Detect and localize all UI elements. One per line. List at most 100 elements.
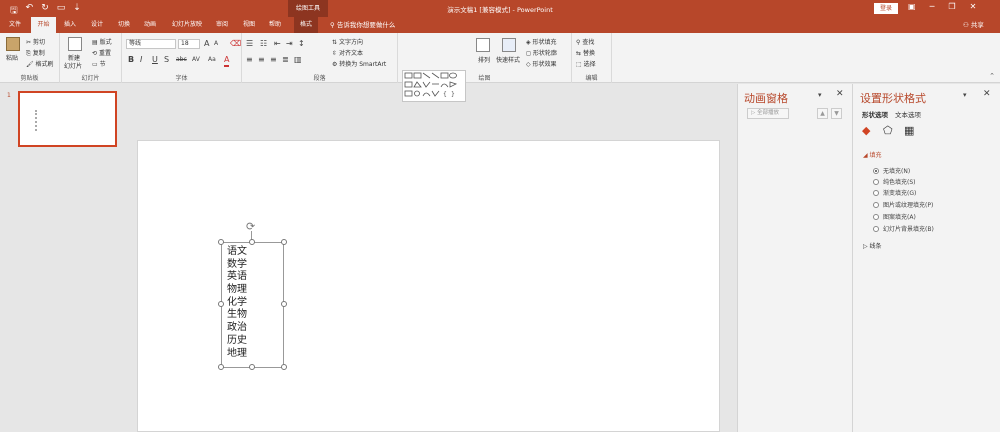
columns-icon[interactable]: ▥ [294, 55, 302, 65]
collapse-ribbon-icon[interactable]: ⌃ [989, 72, 995, 80]
close-button[interactable]: ✕ [970, 2, 977, 11]
text-direction-button[interactable]: ⇅ 文字方向 [332, 37, 363, 46]
resize-handle-nw[interactable] [218, 239, 224, 245]
decrease-indent-icon[interactable]: ⇤ [274, 39, 281, 49]
slide-thumbnail[interactable] [18, 91, 117, 147]
line-section-header[interactable]: ▷ 线条 [863, 241, 882, 250]
tell-me-search[interactable]: ⚲ 告诉我你想要做什么 [330, 17, 395, 33]
play-all-button[interactable]: ▷ 全部播放 [747, 108, 789, 119]
bullets-icon[interactable]: ☰ [246, 39, 253, 49]
tab-view[interactable]: 视图 [243, 17, 255, 33]
numbering-icon[interactable]: ☷ [260, 39, 267, 49]
font-size-combo[interactable]: 18 [178, 39, 200, 49]
arrange-label[interactable]: 排列 [478, 55, 490, 64]
textbox-content[interactable]: 语文 数学 英语 物理 化学 生物 政治 历史 地理 [227, 246, 247, 360]
clear-formatting-icon[interactable]: ⌫ [230, 39, 241, 49]
new-slide-icon[interactable] [68, 37, 82, 51]
resize-handle-se[interactable] [281, 364, 287, 370]
underline-button[interactable]: U [152, 55, 158, 65]
close-format-pane-icon[interactable]: ✕ [983, 89, 991, 99]
justify-icon[interactable]: ≣ [282, 55, 289, 65]
align-center-icon[interactable]: ≡ [258, 55, 265, 65]
bold-button[interactable]: B [128, 55, 134, 65]
fill-option-solid[interactable]: 纯色填充(S) [873, 177, 916, 186]
resize-handle-e[interactable] [281, 301, 287, 307]
paste-label[interactable]: 粘贴 [6, 53, 18, 62]
char-spacing-button[interactable]: AV [192, 55, 200, 65]
close-animation-pane-icon[interactable]: ✕ [836, 89, 844, 99]
resize-handle-sw[interactable] [218, 364, 224, 370]
tab-format[interactable]: 格式 [294, 17, 319, 33]
fill-option-background[interactable]: 幻灯片背景填充(B) [873, 224, 934, 233]
paste-icon[interactable] [6, 37, 20, 51]
fill-option-pattern[interactable]: 图案填充(A) [873, 212, 916, 221]
arrange-icon[interactable] [476, 38, 490, 52]
tab-slideshow[interactable]: 幻灯片放映 [172, 17, 202, 33]
align-right-icon[interactable]: ≡ [270, 55, 277, 65]
section-button[interactable]: ▭ 节 [92, 59, 106, 68]
tab-design[interactable]: 设计 [91, 17, 103, 33]
strikethrough-button[interactable]: abc [176, 55, 187, 65]
quick-styles-icon[interactable] [502, 38, 516, 52]
layout-button[interactable]: ▤ 版式 [92, 37, 112, 46]
copy-button[interactable]: ⎘ 复制 [26, 48, 45, 58]
smartart-button[interactable]: ⚙ 转换为 SmartArt [332, 59, 386, 68]
grow-font-icon[interactable]: A [204, 39, 209, 49]
tab-file[interactable]: 文件 [9, 17, 21, 33]
pane-options-icon[interactable]: ▾ [818, 91, 822, 99]
tab-shape-options[interactable]: 形状选项 [862, 109, 888, 119]
resize-handle-s[interactable] [249, 364, 255, 370]
resize-handle-ne[interactable] [281, 239, 287, 245]
quick-styles-label[interactable]: 快速样式 [496, 55, 520, 64]
effects-icon[interactable]: ⬠ [883, 124, 897, 138]
ribbon-display-options-icon[interactable]: ▣ [908, 2, 916, 11]
find-button[interactable]: ⚲ 查找 [576, 37, 594, 46]
tab-insert[interactable]: 插入 [64, 17, 76, 33]
font-color-button[interactable]: A [224, 55, 230, 67]
rotate-handle-icon[interactable]: ⟳ [246, 220, 255, 233]
tab-review[interactable]: 审阅 [216, 17, 228, 33]
login-button[interactable]: 登录 [874, 3, 898, 14]
align-text-button[interactable]: ⇳ 对齐文本 [332, 48, 363, 57]
cut-button[interactable]: ✂ 剪切 [26, 37, 45, 46]
tab-home[interactable]: 开始 [31, 17, 56, 33]
select-button[interactable]: ⬚ 选择 [576, 59, 596, 68]
fill-option-gradient[interactable]: 渐变填充(G) [873, 188, 916, 197]
new-slide-label-2[interactable]: 幻灯片 [64, 61, 82, 70]
shadow-button[interactable]: S [164, 55, 169, 65]
fill-option-picture[interactable]: 图片或纹理填充(P) [873, 200, 933, 209]
align-left-icon[interactable]: ≡ [246, 55, 253, 65]
size-properties-icon[interactable]: ▦ [904, 124, 918, 138]
move-up-button[interactable]: ▲ [817, 108, 828, 119]
shrink-font-icon[interactable]: A [214, 39, 218, 49]
shapes-gallery[interactable]: {} [402, 70, 466, 102]
share-button[interactable]: ⚇ 共享 [963, 17, 984, 33]
fill-line-icon[interactable]: ◆ [862, 124, 876, 138]
italic-button[interactable]: I [140, 55, 142, 65]
fill-section-header[interactable]: ◢ 填充 [863, 150, 882, 159]
reset-button[interactable]: ⟲ 重置 [92, 48, 111, 57]
format-painter-button[interactable]: 🖌 格式刷 [26, 59, 54, 68]
increase-indent-icon[interactable]: ⇥ [286, 39, 293, 49]
radio[interactable] [873, 178, 879, 185]
tab-transitions[interactable]: 切换 [118, 17, 130, 33]
shape-fill-button[interactable]: ◈ 形状填充 [526, 37, 557, 46]
radio[interactable] [873, 189, 879, 196]
tab-animations[interactable]: 动画 [144, 17, 156, 33]
radio[interactable] [873, 213, 879, 220]
minimize-button[interactable]: ─ [930, 2, 935, 11]
radio[interactable] [873, 225, 879, 232]
tab-help[interactable]: 帮助 [269, 17, 281, 33]
restore-button[interactable]: ❐ [948, 2, 955, 11]
line-spacing-icon[interactable]: ↕ [298, 39, 305, 49]
resize-handle-w[interactable] [218, 301, 224, 307]
radio-selected[interactable] [873, 167, 879, 174]
format-pane-options-icon[interactable]: ▾ [963, 91, 967, 99]
shape-effects-button[interactable]: ◇ 形状效果 [526, 59, 557, 68]
radio[interactable] [873, 201, 879, 208]
resize-handle-n[interactable] [249, 239, 255, 245]
font-name-combo[interactable]: 等线 [126, 39, 176, 49]
fill-option-none[interactable]: 无填充(N) [873, 166, 910, 175]
replace-button[interactable]: ⇆ 替换 [576, 48, 595, 57]
tab-text-options[interactable]: 文本选项 [895, 109, 921, 119]
